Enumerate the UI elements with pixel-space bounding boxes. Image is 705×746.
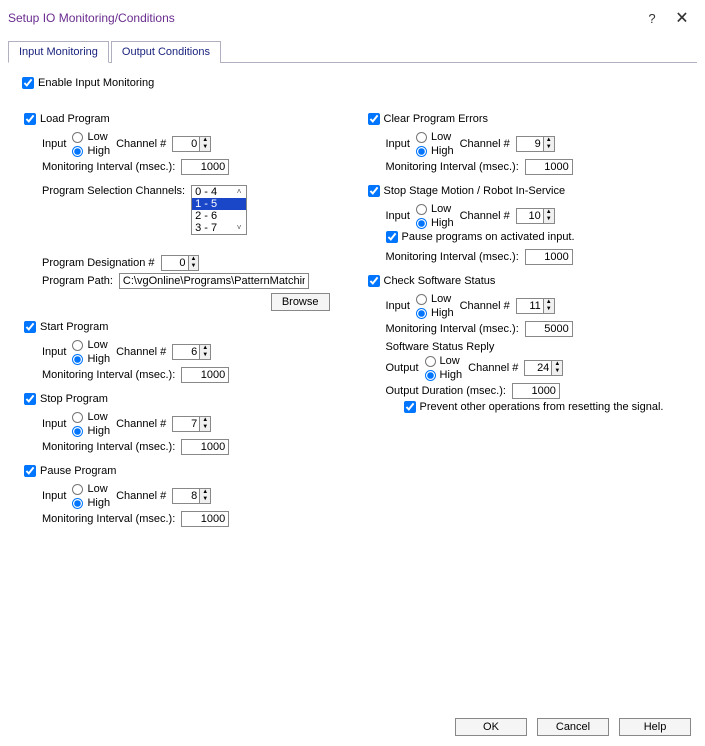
clear-errors-checkbox[interactable]: Clear Program Errors <box>368 113 489 125</box>
ppath-label: Program Path: <box>42 275 113 287</box>
sw-channel-spinner[interactable]: ▲▼ <box>516 298 555 314</box>
stop-program-checkbox[interactable]: Stop Program <box>24 393 108 405</box>
sw-out-duration-input[interactable] <box>512 383 560 399</box>
moninterval-label: Monitoring Interval (msec.): <box>42 161 175 173</box>
check-sw-status-checkbox[interactable]: Check Software Status <box>368 275 496 287</box>
load-low-radio[interactable] <box>72 132 83 143</box>
output-duration-label: Output Duration (msec.): <box>386 385 506 397</box>
window-title: Setup IO Monitoring/Conditions <box>8 11 637 25</box>
close-icon[interactable]: 🗙 <box>667 6 697 30</box>
stop-channel-spinner[interactable]: ▲▼ <box>172 416 211 432</box>
tab-output-conditions[interactable]: Output Conditions <box>111 41 221 63</box>
prevent-reset-checkbox[interactable]: Prevent other operations from resetting … <box>404 401 664 413</box>
stage-interval-input[interactable] <box>525 249 573 265</box>
stage-channel-spinner[interactable]: ▲▼ <box>516 208 555 224</box>
channel-label: Channel # <box>116 138 166 150</box>
enable-input-monitoring-checkbox[interactable]: Enable Input Monitoring <box>22 77 154 89</box>
tab-input-monitoring[interactable]: Input Monitoring <box>8 41 109 63</box>
pause-on-input-checkbox[interactable]: Pause programs on activated input. <box>386 231 575 243</box>
pdesig-label: Program Designation # <box>42 257 155 269</box>
start-channel-spinner[interactable]: ▲▼ <box>172 344 211 360</box>
start-program-checkbox[interactable]: Start Program <box>24 321 108 333</box>
help-icon[interactable]: ? <box>637 11 667 26</box>
input-label: Input <box>42 138 66 150</box>
clear-interval-input[interactable] <box>525 159 573 175</box>
pause-interval-input[interactable] <box>181 511 229 527</box>
cancel-button[interactable]: Cancel <box>537 718 609 736</box>
spin-up-icon[interactable]: ▲ <box>200 137 210 144</box>
start-interval-input[interactable] <box>181 367 229 383</box>
load-program-checkbox[interactable]: Load Program <box>24 113 110 125</box>
stop-stage-checkbox[interactable]: Stop Stage Motion / Robot In-Service <box>368 185 566 197</box>
sw-out-channel-spinner[interactable]: ▲▼ <box>524 360 563 376</box>
psc-listbox[interactable]: 0 - 4 1 - 5 2 - 6 3 - 7 ˄˅ <box>191 185 247 235</box>
load-interval-input[interactable] <box>181 159 229 175</box>
ppath-input[interactable] <box>119 273 309 289</box>
clear-channel-spinner[interactable]: ▲▼ <box>516 136 555 152</box>
chevron-up-icon[interactable]: ˄ <box>232 188 246 196</box>
load-channel-spinner[interactable]: ▲▼ <box>172 136 211 152</box>
pdesig-spinner[interactable]: ▲▼ <box>161 255 200 271</box>
chevron-down-icon[interactable]: ˅ <box>232 224 246 232</box>
sw-interval-input[interactable] <box>525 321 573 337</box>
stop-interval-input[interactable] <box>181 439 229 455</box>
pause-program-checkbox[interactable]: Pause Program <box>24 465 116 477</box>
software-status-reply-label: Software Status Reply <box>386 341 682 353</box>
help-button[interactable]: Help <box>619 718 691 736</box>
pause-channel-spinner[interactable]: ▲▼ <box>172 488 211 504</box>
browse-button[interactable]: Browse <box>271 293 330 311</box>
spin-down-icon[interactable]: ▼ <box>200 144 210 151</box>
ok-button[interactable]: OK <box>455 718 527 736</box>
psc-label: Program Selection Channels: <box>42 185 185 197</box>
load-high-radio[interactable] <box>72 146 83 157</box>
